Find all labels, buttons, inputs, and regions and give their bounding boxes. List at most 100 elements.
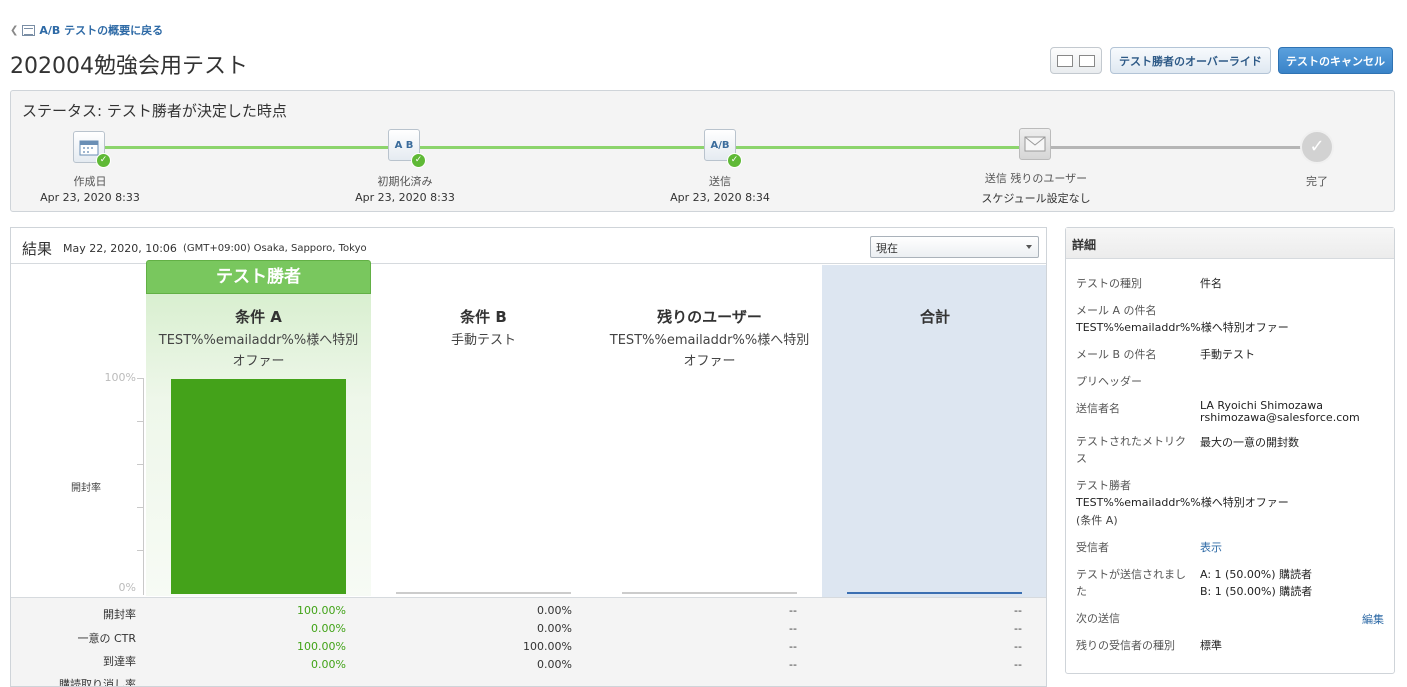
detail-label: 送信者名 bbox=[1076, 402, 1120, 415]
check-icon: ✓ bbox=[96, 153, 111, 168]
override-winner-button[interactable]: テスト勝者のオーバーライド bbox=[1110, 47, 1271, 74]
y-tick-line bbox=[137, 464, 143, 465]
y-tick-line bbox=[137, 550, 143, 551]
metric-value: -- bbox=[789, 658, 797, 671]
list-icon bbox=[22, 24, 36, 36]
detail-value: 件名 bbox=[1200, 277, 1222, 290]
view-recipients-link[interactable]: 表示 bbox=[1200, 541, 1222, 554]
print-icon bbox=[1057, 54, 1073, 67]
detail-label: テストされたメトリク bbox=[1076, 435, 1186, 448]
envelope-icon bbox=[1019, 128, 1051, 160]
step-complete-label: 完了 bbox=[1306, 175, 1328, 188]
chevron-left-icon: ❮ bbox=[10, 24, 19, 36]
step-remaining-label: 送信 残りのユーザー bbox=[984, 172, 1088, 185]
column-header-total: 合計 bbox=[822, 306, 1046, 327]
column-name: 合計 bbox=[919, 308, 950, 326]
step-sent-date: Apr 23, 2020 8:34 bbox=[670, 191, 770, 204]
details-header: 詳細 bbox=[1066, 228, 1394, 259]
detail-value: TEST%%emailaddr%%様へ特別オファー bbox=[1076, 321, 1289, 334]
y-tick-line bbox=[137, 421, 143, 422]
print-export-button[interactable] bbox=[1050, 47, 1102, 74]
detail-label: プリヘッダー bbox=[1076, 375, 1142, 388]
page-title: 202004勉強会用テスト bbox=[10, 54, 248, 79]
metric-value: 0.00% bbox=[311, 622, 346, 635]
details-title: 詳細 bbox=[1072, 238, 1097, 252]
caret-down-icon bbox=[1026, 245, 1032, 249]
detail-value: TEST%%emailaddr%%様へ特別オファー bbox=[1076, 496, 1289, 509]
detail-value: 手動テスト bbox=[1200, 348, 1255, 361]
status-title: ステータス: テスト勝者が決定した時点 bbox=[22, 102, 287, 120]
metrics-table: 開封率 一意の CTR 到達率 購読取り消し率 100.00% 0.00% 10… bbox=[11, 597, 1046, 687]
detail-label: テスト勝者 bbox=[1076, 479, 1131, 492]
metric-value: 0.00% bbox=[537, 658, 572, 671]
detail-value: (条件 A) bbox=[1076, 514, 1118, 527]
results-timezone: (GMT+09:00) Osaka, Sapporo, Tokyo bbox=[183, 243, 367, 254]
time-select-dropdown[interactable]: 現在 bbox=[870, 236, 1039, 258]
metric-value: 100.00% bbox=[297, 604, 346, 617]
bar-condition-b bbox=[396, 592, 571, 594]
detail-label: 残りの受信者の種別 bbox=[1076, 639, 1175, 652]
metric-label: 一意の CTR bbox=[77, 632, 136, 645]
detail-label: メール B の件名 bbox=[1076, 348, 1157, 361]
winner-banner: テスト勝者 bbox=[146, 260, 371, 294]
metric-label: 開封率 bbox=[103, 608, 136, 621]
column-header-b: 条件 B 手動テスト bbox=[371, 306, 596, 351]
column-header-remaining: 残りのユーザー TEST%%emailaddr%%様へ特別オファー bbox=[597, 306, 822, 372]
metric-value: 100.00% bbox=[523, 640, 572, 653]
column-name: 残りのユーザー bbox=[657, 308, 762, 326]
y-axis-line bbox=[143, 378, 144, 595]
progress-track-done bbox=[89, 146, 1036, 149]
detail-label: ス bbox=[1076, 452, 1087, 465]
cancel-test-button[interactable]: テストのキャンセル bbox=[1278, 47, 1393, 74]
y-tick-line bbox=[137, 378, 143, 379]
details-panel: 詳細 テストの種別 件名 メール A の件名 TEST%%emailaddr%%… bbox=[1065, 227, 1395, 674]
metric-value: -- bbox=[789, 604, 797, 617]
time-select-value: 現在 bbox=[876, 242, 898, 255]
detail-value: 最大の一意の開封数 bbox=[1200, 436, 1299, 449]
results-date: May 22, 2020, 10:06 bbox=[63, 242, 177, 255]
step-sent-label: 送信 bbox=[709, 175, 731, 188]
metric-value: -- bbox=[1014, 622, 1022, 635]
step-created-label: 作成日 bbox=[73, 175, 107, 188]
step-initialized-label: 初期化済み bbox=[377, 175, 433, 188]
detail-label: 次の送信 bbox=[1076, 612, 1120, 625]
status-panel: ステータス: テスト勝者が決定した時点 ✓ 作成日 Apr 23, 2020 8… bbox=[10, 90, 1395, 212]
back-link-label: A/B テストの概要に戻る bbox=[39, 24, 164, 37]
column-header-a: 条件 A TEST%%emailaddr%%様へ特別オファー bbox=[146, 306, 371, 372]
results-header: 結果 May 22, 2020, 10:06 (GMT+09:00) Osaka… bbox=[11, 228, 1046, 264]
detail-label: テストの種別 bbox=[1076, 277, 1142, 290]
check-circle-icon: ✓ bbox=[1300, 130, 1334, 164]
step-created-date: Apr 23, 2020 8:33 bbox=[40, 191, 140, 204]
step-initialized-date: Apr 23, 2020 8:33 bbox=[355, 191, 455, 204]
y-tick-max: 100% bbox=[104, 371, 136, 384]
column-subject: TEST%%emailaddr%%様へ特別オファー bbox=[609, 333, 810, 369]
export-icon bbox=[1079, 54, 1095, 67]
metric-value: -- bbox=[789, 640, 797, 653]
metric-value: 0.00% bbox=[311, 658, 346, 671]
metric-value: 0.00% bbox=[537, 604, 572, 617]
y-axis-label: 開封率 bbox=[71, 483, 101, 494]
detail-value: B: 1 (50.00%) 購読者 bbox=[1200, 585, 1313, 598]
progress-track-pending bbox=[1036, 146, 1316, 149]
metric-value: -- bbox=[789, 622, 797, 635]
metric-value: -- bbox=[1014, 658, 1022, 671]
column-name: 条件 A bbox=[235, 308, 282, 326]
bar-remaining bbox=[622, 592, 797, 594]
bar-condition-a bbox=[171, 379, 346, 594]
column-subject: 手動テスト bbox=[450, 333, 516, 348]
detail-value: A: 1 (50.00%) 購読者 bbox=[1200, 568, 1313, 581]
metric-value: -- bbox=[1014, 640, 1022, 653]
y-tick-min: 0% bbox=[118, 581, 136, 594]
back-to-ab-overview-link[interactable]: ❮ A/B テストの概要に戻る bbox=[10, 22, 163, 38]
detail-label: メール A の件名 bbox=[1076, 304, 1157, 317]
check-icon: ✓ bbox=[727, 153, 742, 168]
bar-total bbox=[847, 592, 1022, 594]
metric-label: 購読取り消し率 bbox=[59, 678, 136, 687]
edit-next-send-link[interactable]: 編集 bbox=[1362, 611, 1384, 627]
results-title: 結果 bbox=[22, 240, 53, 258]
step-remaining-date: スケジュール設定なし bbox=[981, 192, 1091, 205]
y-tick-line bbox=[137, 507, 143, 508]
check-icon: ✓ bbox=[411, 153, 426, 168]
metric-value: 0.00% bbox=[537, 622, 572, 635]
detail-label: た bbox=[1076, 585, 1087, 598]
